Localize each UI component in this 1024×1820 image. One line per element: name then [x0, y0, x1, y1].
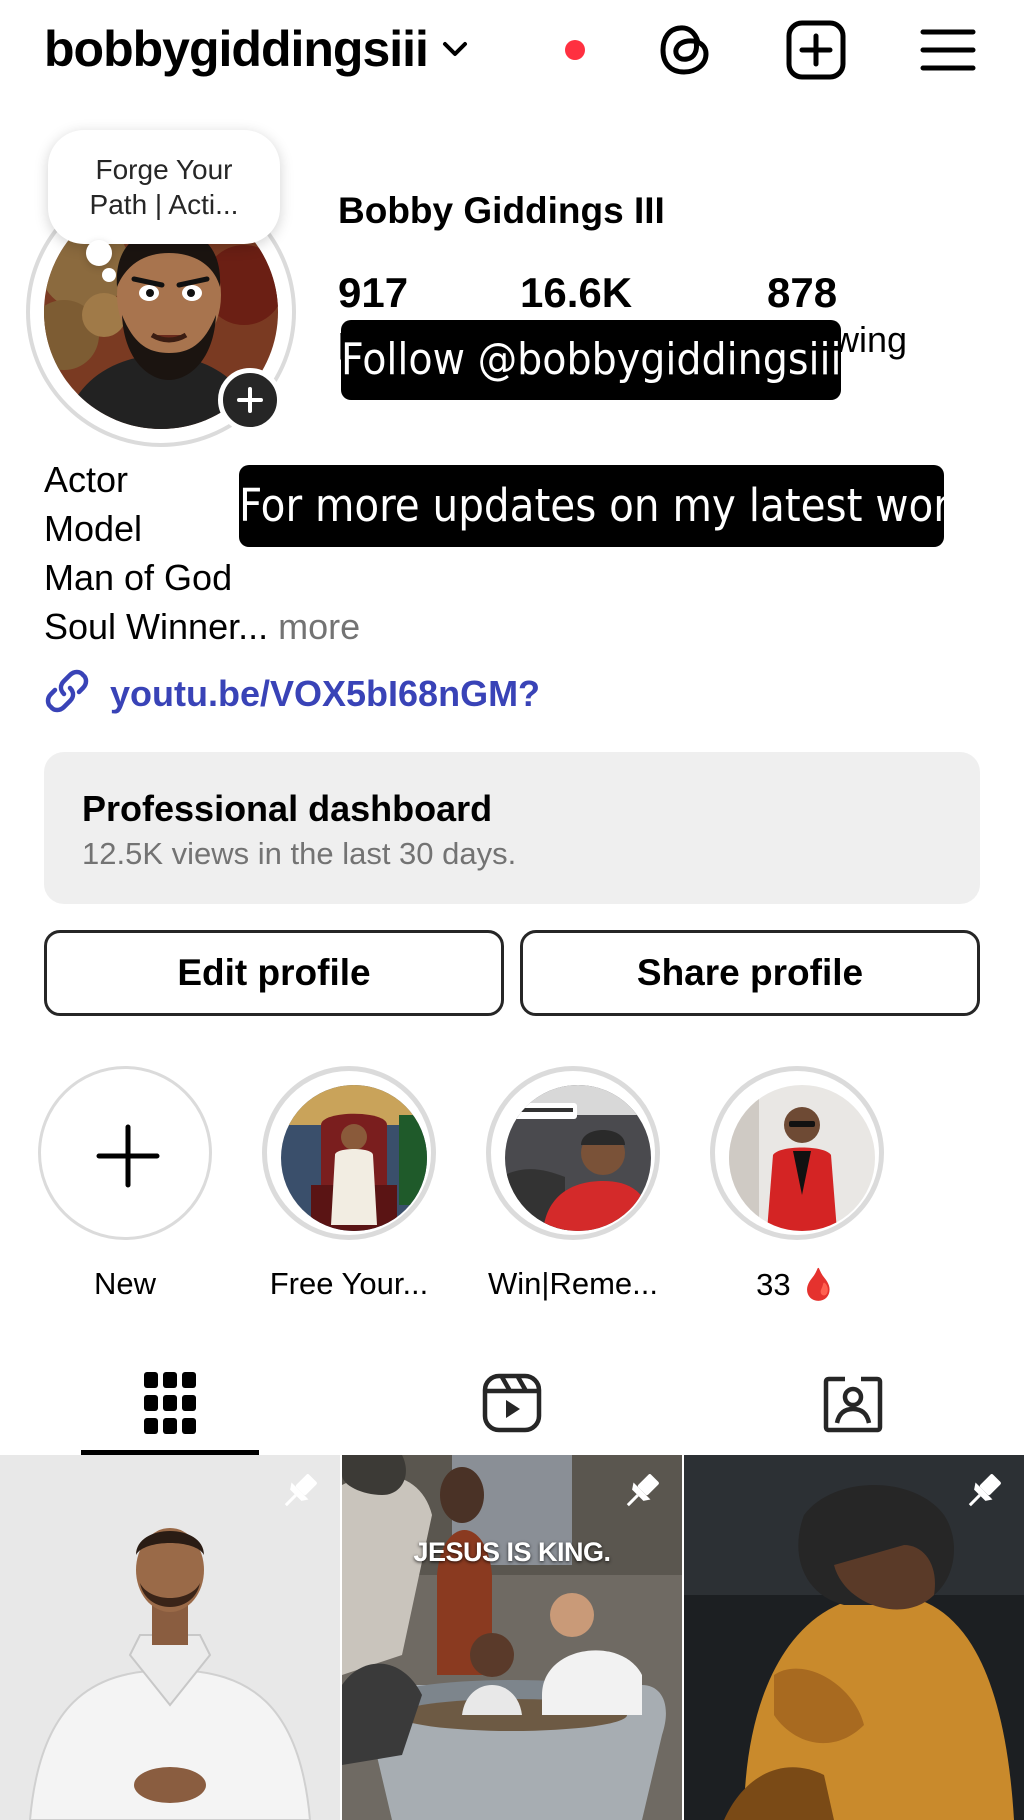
notification-dot — [565, 40, 585, 60]
highlight-ring — [262, 1066, 436, 1240]
account-switcher[interactable]: bobbygiddingsiii — [44, 20, 468, 78]
create-icon[interactable] — [786, 20, 846, 80]
bio-line: Soul Winner — [44, 606, 239, 647]
highlight-label: Free Your... — [269, 1266, 429, 1301]
following-count: 878 — [767, 269, 838, 316]
highlight-free-your[interactable]: Free Your... — [262, 1066, 442, 1306]
profile-header: bobbygiddingsiii — [0, 0, 1024, 100]
bio-ellipsis: ... — [238, 606, 269, 647]
pin-icon — [962, 1469, 1006, 1518]
bio-more-link[interactable]: more — [268, 606, 360, 647]
tab-reels[interactable] — [423, 1350, 601, 1455]
bio-line: Man of God — [44, 557, 233, 598]
username: bobbygiddingsiii — [44, 21, 429, 77]
updates-text-sticker: For more updates on my latest work — [239, 465, 973, 547]
share-profile-button[interactable]: Share profile — [520, 930, 980, 1016]
tab-posts-grid[interactable] — [81, 1350, 259, 1455]
followers-count: 16.6K — [520, 269, 633, 316]
display-name: Bobby Giddings III — [338, 190, 665, 231]
menu-icon[interactable] — [918, 20, 978, 80]
highlight-cover-image — [729, 1085, 875, 1231]
highlight-label: New — [93, 1266, 156, 1301]
bio-link[interactable]: youtu.be/VOX5bI68nGM? — [44, 668, 540, 719]
post-thumbnail[interactable] — [0, 1455, 340, 1820]
highlight-ring — [486, 1066, 660, 1240]
threads-icon[interactable] — [655, 20, 715, 80]
highlight-ring — [710, 1066, 884, 1240]
highlight-cover-image — [505, 1085, 651, 1231]
highlight-label: 33 🩸 — [756, 1267, 838, 1302]
follow-text-sticker: Follow @bobbygiddingsiii — [341, 320, 841, 400]
posts-count: 917 — [338, 269, 409, 316]
add-story-button[interactable] — [218, 368, 282, 432]
tagged-icon — [823, 1376, 883, 1432]
edit-profile-button[interactable]: Edit profile — [44, 930, 504, 1016]
link-text: youtu.be/VOX5bI68nGM? — [110, 672, 541, 714]
highlight-cover-image — [281, 1085, 427, 1231]
chevron-down-icon — [442, 41, 468, 64]
highlight-label: Win|Reme... — [488, 1266, 658, 1301]
note-text: Forge Your Path | Acti... — [89, 154, 239, 220]
tab-tagged[interactable] — [764, 1350, 942, 1455]
bio-last-line: Soul Winner... more — [44, 602, 360, 651]
profile-note[interactable]: Forge Your Path | Acti... — [48, 130, 280, 244]
reels-icon — [482, 1373, 542, 1432]
grid-icon — [144, 1371, 196, 1434]
post-thumbnail[interactable]: JESUS IS KING. — [342, 1455, 682, 1820]
plus-icon — [96, 1124, 160, 1188]
dashboard-title: Professional dashboard — [82, 788, 493, 829]
link-icon — [44, 668, 90, 719]
pin-icon — [278, 1469, 322, 1518]
highlight-new[interactable]: New — [38, 1066, 218, 1306]
posts-grid: JESUS IS KING. — [0, 1455, 1024, 1820]
highlight-33[interactable]: 33 🩸 — [710, 1066, 890, 1306]
professional-dashboard[interactable]: Professional dashboard 12.5K views in th… — [44, 752, 980, 904]
dashboard-subtitle: 12.5K views in the last 30 days. — [82, 836, 517, 871]
profile-tabs — [0, 1350, 1024, 1455]
pin-icon — [620, 1469, 664, 1518]
new-highlight-circle — [38, 1066, 212, 1240]
note-bubble-tail-small — [102, 268, 116, 282]
highlight-win-remembering[interactable]: Win|Reme... — [486, 1066, 666, 1306]
note-bubble-tail — [86, 240, 112, 266]
post-caption: JESUS IS KING. — [413, 1537, 611, 1567]
post-thumbnail[interactable] — [684, 1455, 1024, 1820]
